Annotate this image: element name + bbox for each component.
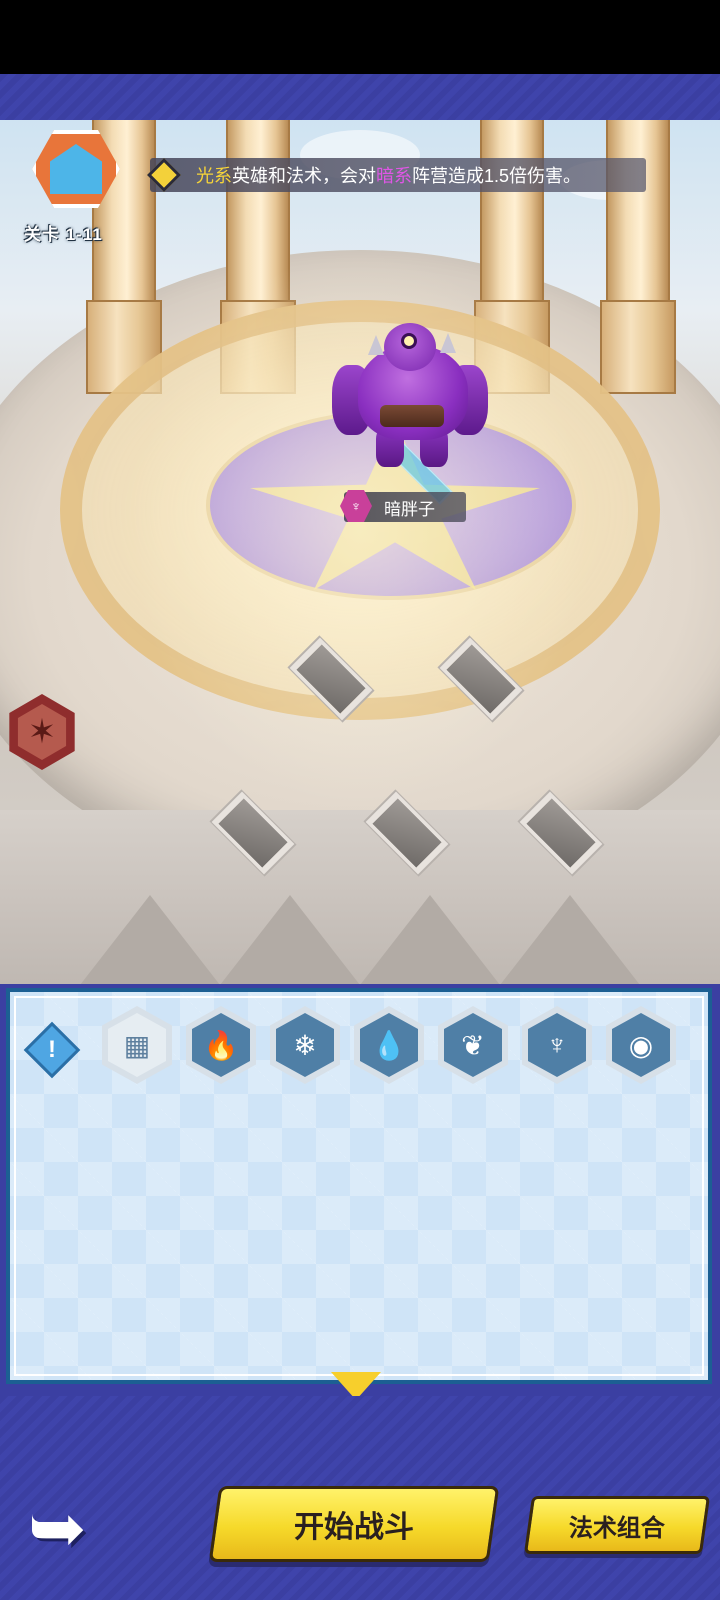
floor-triangle — [360, 895, 500, 985]
back-arrow-button[interactable]: ➥ — [28, 1493, 128, 1563]
monster-spike — [440, 333, 456, 353]
tip-element-light: 光系 — [196, 166, 232, 186]
tip-text-b: 阵营造成1.5倍伤害。 — [412, 166, 582, 186]
tip-text-a: 英雄和法术，会对 — [232, 166, 376, 186]
spell-combo-label: 法术组合 — [569, 1514, 665, 1542]
start-battle-button[interactable]: 开始战斗 — [208, 1486, 500, 1562]
monster-eye — [401, 333, 417, 349]
filter-dark[interactable]: ♆ — [522, 1006, 592, 1084]
level-label: 关卡 1-11 — [24, 225, 103, 244]
filter-all[interactable]: ▦ — [102, 1006, 172, 1084]
lower-floor — [0, 810, 720, 985]
floor-triangle — [500, 895, 640, 985]
floor-triangle — [220, 895, 360, 985]
filter-ice[interactable]: ❄ — [270, 1006, 340, 1084]
floor-triangle — [80, 895, 220, 985]
battle-arena — [0, 120, 720, 985]
start-battle-label: 开始战斗 — [294, 1511, 414, 1544]
exclamation-icon[interactable]: ! — [30, 1028, 74, 1072]
star-badge-icon: ✶ — [17, 704, 67, 760]
filter-nature[interactable]: ❦ — [438, 1006, 508, 1084]
spell-combo-button[interactable]: 法术组合 — [523, 1496, 711, 1554]
filter-fire[interactable]: 🔥 — [186, 1006, 256, 1084]
element-tip-banner: 光系 英雄和法术，会对 暗系 阵营造成1.5倍伤害。 — [150, 158, 646, 192]
filter-light[interactable]: ◉ — [606, 1006, 676, 1084]
monster-spike — [368, 335, 384, 355]
monster-belt — [380, 405, 444, 427]
top-band — [0, 74, 720, 120]
enemy-monster[interactable] — [328, 315, 488, 505]
level-badge[interactable] — [26, 130, 126, 220]
element-filter-bar: ▦ 🔥 ❄ 💧 ❦ ♆ ◉ — [102, 1006, 676, 1084]
status-bar — [0, 0, 720, 74]
tip-element-dark: 暗系 — [376, 166, 412, 186]
filter-water[interactable]: 💧 — [354, 1006, 424, 1084]
